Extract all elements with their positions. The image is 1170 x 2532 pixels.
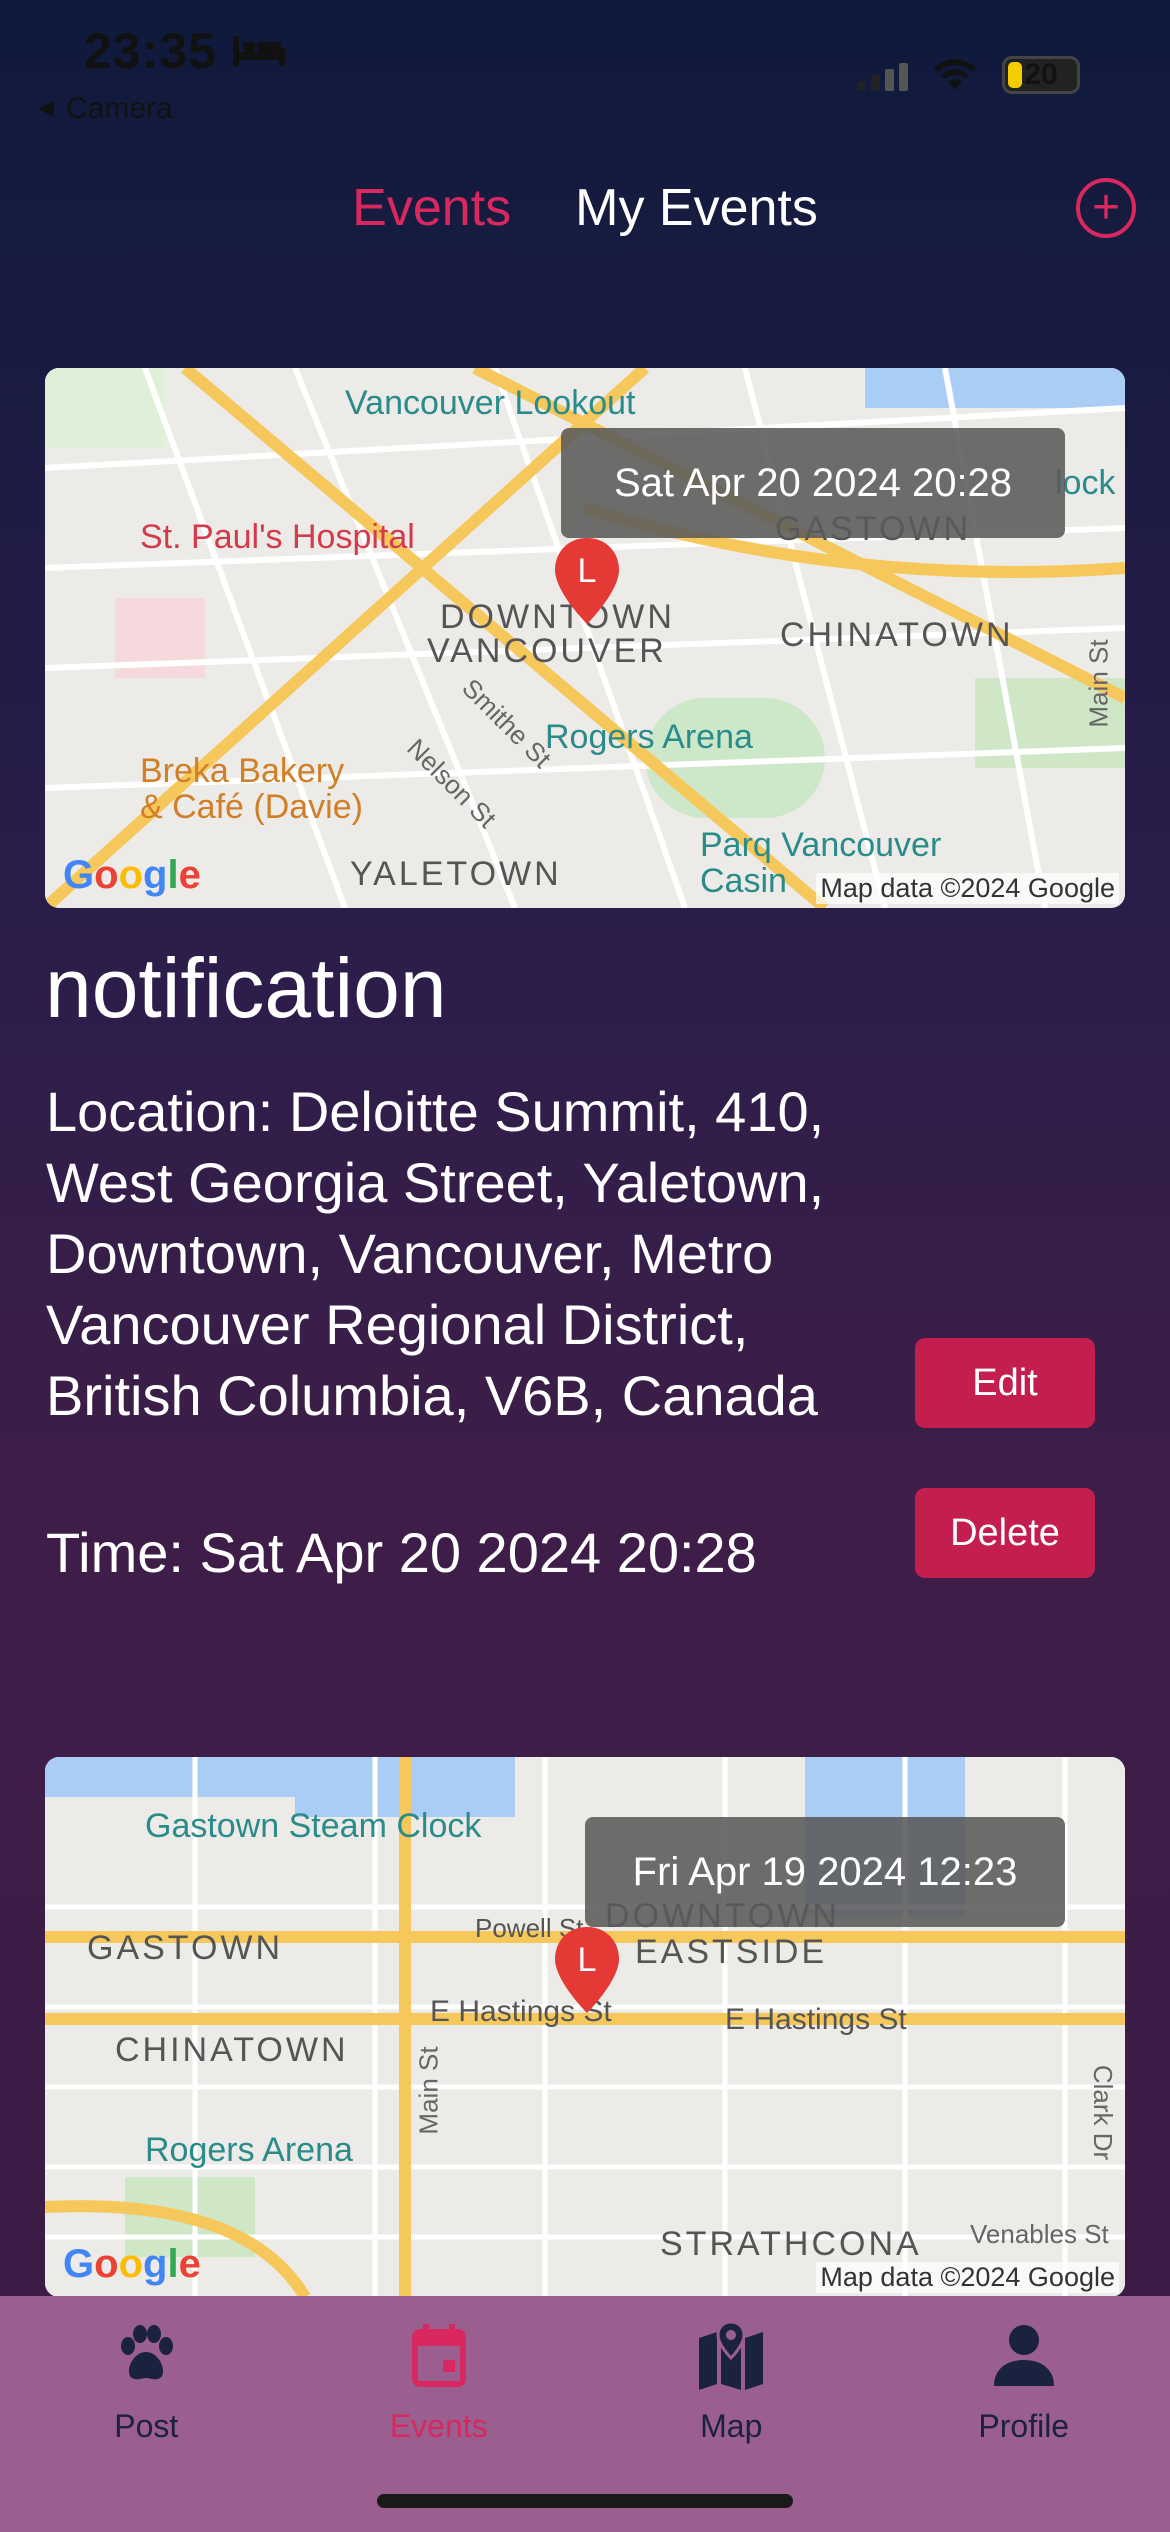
tab-events[interactable]: Events	[352, 178, 511, 238]
nav-events-label: Events	[389, 2408, 488, 2444]
event-time: Time: Sat Apr 20 2024 20:28	[46, 1521, 757, 1584]
event-title: notification	[45, 941, 447, 1035]
map-label: Main St	[1083, 639, 1114, 728]
paw-icon	[121, 2325, 174, 2380]
map-label: EASTSIDE	[635, 1933, 828, 1971]
nav-profile[interactable]: Profile	[878, 2296, 1170, 2532]
back-label: Camera	[66, 92, 173, 125]
event-location: Location: Deloitte Summit, 410, West Geo…	[46, 1080, 825, 1427]
map-label: Clark Dr	[1088, 2064, 1119, 2161]
event-map[interactable]: Vancouver Lookout St. Paul's Hospital GA…	[45, 368, 1125, 908]
svg-text:L: L	[578, 1941, 597, 1979]
map-attribution: Map data ©2024 Google	[816, 2262, 1119, 2293]
location-pin-icon[interactable]: L	[552, 536, 622, 626]
map-label: CHINATOWN	[780, 616, 1014, 654]
battery-icon: 20	[1002, 56, 1080, 94]
home-indicator	[377, 2494, 793, 2508]
map-label: St. Paul's Hospital	[140, 518, 415, 556]
back-to-camera[interactable]: Camera	[36, 92, 173, 126]
calendar-icon	[411, 2324, 466, 2387]
nav-post[interactable]: Post	[0, 2296, 293, 2532]
map-label: Casin	[700, 862, 787, 900]
map-label: & Café (Davie)	[140, 788, 363, 826]
status-time: 23:35	[84, 22, 287, 80]
delete-button[interactable]: Delete	[915, 1488, 1095, 1578]
tab-my-events[interactable]: My Events	[575, 178, 818, 238]
wifi-icon	[934, 59, 976, 90]
cellular-signal-icon	[857, 59, 908, 91]
map-label: Breka Bakery	[140, 752, 345, 790]
map-icon	[699, 2320, 764, 2390]
map-time-overlay: Sat Apr 20 2024 20:28	[561, 428, 1065, 538]
map-attribution: Map data ©2024 Google	[816, 873, 1119, 904]
map-label: E Hastings St	[725, 2003, 907, 2036]
clock: 23:35	[84, 23, 217, 79]
map-label: Vancouver Lookout	[345, 384, 636, 422]
map-label: Rogers Arena	[145, 2131, 353, 2169]
map-label: Rogers Arena	[545, 718, 753, 756]
map-label: GASTOWN	[87, 1929, 284, 1967]
map-time-overlay: Fri Apr 19 2024 12:23	[585, 1817, 1065, 1927]
google-logo: Google	[63, 2242, 201, 2286]
add-event-button[interactable]: +	[1076, 178, 1136, 238]
event-map[interactable]: Gastown Steam Clock GASTOWN Powell St DO…	[45, 1757, 1125, 2297]
location-pin-icon[interactable]: L	[552, 1925, 622, 2015]
map-label: Venables St	[970, 2219, 1109, 2249]
sleep-focus-icon	[232, 36, 285, 66]
edit-button[interactable]: Edit	[915, 1338, 1095, 1428]
map-label: VANCOUVER	[427, 632, 667, 670]
battery-level: 20	[1024, 58, 1058, 91]
nav-profile-label: Profile	[978, 2408, 1070, 2444]
status-indicators: 20	[857, 56, 1080, 94]
google-logo: Google	[63, 853, 201, 897]
back-triangle-icon	[38, 101, 54, 117]
map-label: Main St	[413, 2046, 444, 2135]
map-label: Gastown Steam Clock	[145, 1807, 482, 1845]
person-icon	[993, 2325, 1054, 2386]
map-label: Parq Vancouver	[700, 826, 942, 864]
map-label: CHINATOWN	[115, 2031, 349, 2069]
map-label: YALETOWN	[350, 855, 562, 893]
plus-icon: +	[1091, 181, 1121, 234]
nav-map-label: Map	[700, 2408, 763, 2444]
svg-text:L: L	[578, 552, 597, 590]
map-label: STRATHCONA	[660, 2225, 922, 2263]
nav-post-label: Post	[114, 2408, 179, 2444]
top-tabs: Events My Events	[0, 178, 1170, 238]
